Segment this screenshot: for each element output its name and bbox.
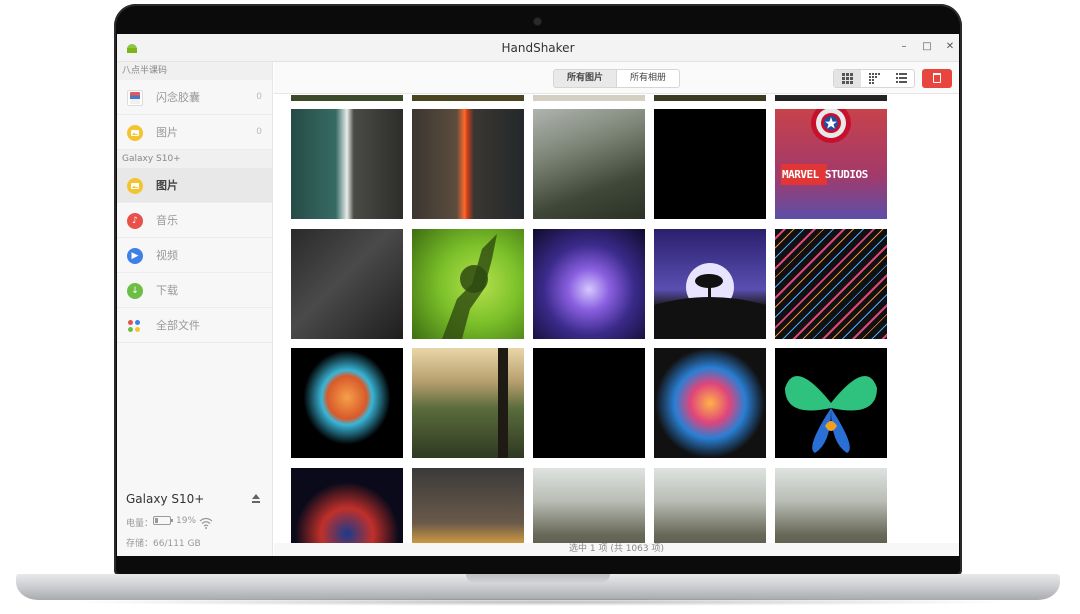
photo-thumbnail-road-3[interactable] xyxy=(775,468,887,544)
section-label-device: Galaxy S10+ xyxy=(117,150,272,168)
photo-thumbnail[interactable] xyxy=(412,95,524,101)
tab-all-photos[interactable]: 所有图片 xyxy=(553,69,617,88)
video-icon: ▶ xyxy=(127,248,143,264)
photo-thumbnail[interactable] xyxy=(654,95,766,101)
sidebar-item-video[interactable]: ▶ 视频 xyxy=(117,238,272,273)
title-bar: HandShaker – □ ✕ xyxy=(117,34,959,62)
eject-icon[interactable] xyxy=(251,494,261,504)
photo-icon xyxy=(127,178,143,194)
window-title: HandShaker xyxy=(501,41,575,55)
sidebar-item-music[interactable]: ♪ 音乐 xyxy=(117,203,272,238)
photo-thumbnail-butterfly[interactable] xyxy=(775,348,887,458)
photo-thumbnail[interactable] xyxy=(291,95,403,101)
trash-icon xyxy=(933,73,941,83)
photo-thumbnail-neon[interactable] xyxy=(775,229,887,339)
large-grid-icon[interactable] xyxy=(834,70,861,87)
marvel-logo-text: MARVEL STUDIOS xyxy=(782,168,868,181)
sidebar-item-local-photos[interactable]: 图片 0 xyxy=(117,115,272,150)
maximize-button[interactable]: □ xyxy=(920,40,934,54)
battery-percent: 19% xyxy=(176,516,197,526)
photo-thumbnail-road-1[interactable] xyxy=(533,468,645,544)
photo-grid: MARVEL STUDIOS xyxy=(274,95,959,544)
sidebar-item-count: 0 xyxy=(256,127,262,137)
section-label-local: 八点半课码 xyxy=(117,62,272,80)
sidebar-item-label: 图片 xyxy=(156,179,178,192)
photo-thumbnail[interactable] xyxy=(775,95,887,101)
photo-thumbnail-black[interactable] xyxy=(654,109,766,219)
music-icon: ♪ xyxy=(127,213,143,229)
photo-thumbnail[interactable] xyxy=(533,95,645,101)
app-window: HandShaker – □ ✕ 八点半课码 闪念胶囊 0 图片 0 Galax… xyxy=(117,34,959,556)
photo-thumbnail-smoke[interactable] xyxy=(654,348,766,458)
tab-all-albums[interactable]: 所有相册 xyxy=(616,69,680,88)
minimize-button[interactable]: – xyxy=(897,40,911,54)
view-mode-switcher xyxy=(833,69,915,88)
photo-thumbnail-road-2[interactable] xyxy=(654,468,766,544)
photo-thumbnail-red-nebula[interactable] xyxy=(291,468,403,544)
all-files-icon xyxy=(127,318,143,334)
laptop-shadow xyxy=(60,598,1020,606)
device-name: Galaxy S10+ xyxy=(126,492,205,506)
battery-icon xyxy=(153,516,173,525)
photo-thumbnail-valley[interactable] xyxy=(412,348,524,458)
device-panel: Galaxy S10+ 电量： 19% 存储：66/111 GB xyxy=(117,486,273,556)
battery-label: 电量： xyxy=(126,519,154,529)
sidebar-item-label: 闪念胶囊 xyxy=(156,91,200,104)
sidebar-item-label: 下载 xyxy=(156,284,178,297)
sidebar-item-label: 音乐 xyxy=(156,214,178,227)
sidebar-item-photos[interactable]: 图片 xyxy=(117,168,272,203)
sidebar-item-label: 图片 xyxy=(156,126,178,139)
photo-thumbnail-moon-tree[interactable] xyxy=(654,229,766,339)
photo-thumbnail-avengers[interactable] xyxy=(412,468,524,544)
storage-text: 存储：66/111 GB xyxy=(126,539,201,549)
photo-icon xyxy=(127,125,143,141)
laptop-notch xyxy=(466,574,610,583)
photo-thumbnail-firefall[interactable] xyxy=(412,109,524,219)
sidebar-item-download[interactable]: ↓ 下载 xyxy=(117,273,272,308)
photo-thumbnail-nebula[interactable] xyxy=(533,229,645,339)
wifi-icon xyxy=(199,514,213,529)
small-grid-icon[interactable] xyxy=(861,70,888,87)
toolbar: 所有图片 所有相册 xyxy=(274,62,959,94)
close-button[interactable]: ✕ xyxy=(943,40,957,54)
download-icon: ↓ xyxy=(127,283,143,299)
sidebar-item-all-files[interactable]: 全部文件 xyxy=(117,308,272,343)
delete-button[interactable] xyxy=(922,69,952,88)
list-grid-icon[interactable] xyxy=(888,70,915,87)
status-bar: 选中 1 项 (共 1063 项) xyxy=(274,543,959,556)
photo-thumbnail-frog[interactable] xyxy=(412,229,524,339)
flash-capsule-icon xyxy=(127,90,143,106)
sidebar: 八点半课码 闪念胶囊 0 图片 0 Galaxy S10+ 图片 ♪ 音乐 ▶ … xyxy=(117,62,273,556)
photo-thumbnail-marvel[interactable]: MARVEL STUDIOS xyxy=(775,109,887,219)
sidebar-item-label: 视频 xyxy=(156,249,178,262)
sidebar-item-label: 全部文件 xyxy=(156,319,200,332)
sidebar-item-count: 0 xyxy=(256,92,262,102)
photo-thumbnail-dark-leaf[interactable] xyxy=(291,229,403,339)
photo-thumbnail-mountains[interactable] xyxy=(533,109,645,219)
photo-thumbnail-coastline[interactable] xyxy=(291,109,403,219)
camera-icon xyxy=(534,18,541,25)
photo-thumbnail-black[interactable] xyxy=(533,348,645,458)
sidebar-item-flash-capsule[interactable]: 闪念胶囊 0 xyxy=(117,80,272,115)
photo-thumbnail-fire-island[interactable] xyxy=(291,348,403,458)
